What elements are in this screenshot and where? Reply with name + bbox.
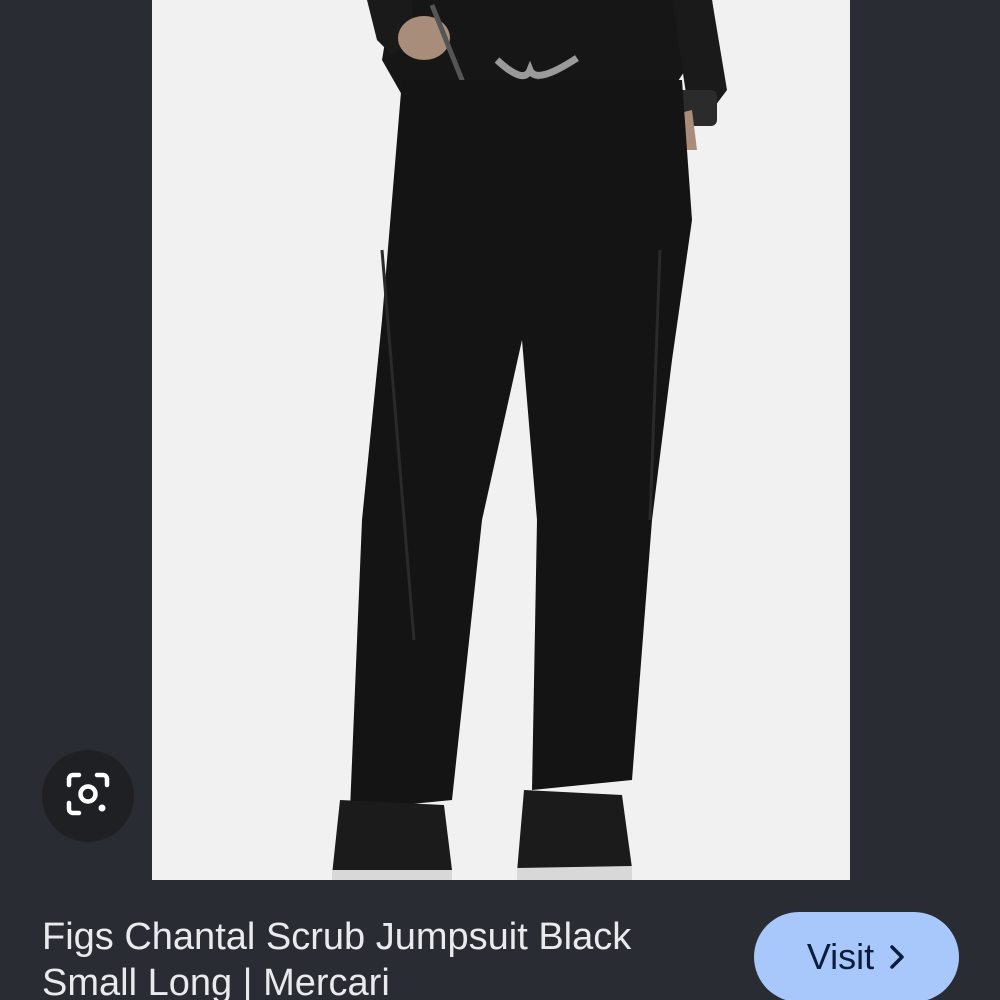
jumpsuit-photo <box>152 0 850 880</box>
visit-button-label: Visit <box>806 936 875 977</box>
chevron-right-icon <box>888 944 906 970</box>
google-lens-icon <box>63 769 113 824</box>
google-lens-button[interactable] <box>42 750 134 842</box>
visit-button[interactable]: Visit <box>754 912 959 1000</box>
result-title[interactable]: Figs Chantal Scrub Jumpsuit Black Small … <box>42 914 732 1000</box>
result-info-bar: Figs Chantal Scrub Jumpsuit Black Small … <box>0 880 1000 1000</box>
image-viewer: Figs Chantal Scrub Jumpsuit Black Small … <box>0 0 1000 1000</box>
product-image[interactable] <box>152 0 850 880</box>
image-area <box>0 0 1000 880</box>
